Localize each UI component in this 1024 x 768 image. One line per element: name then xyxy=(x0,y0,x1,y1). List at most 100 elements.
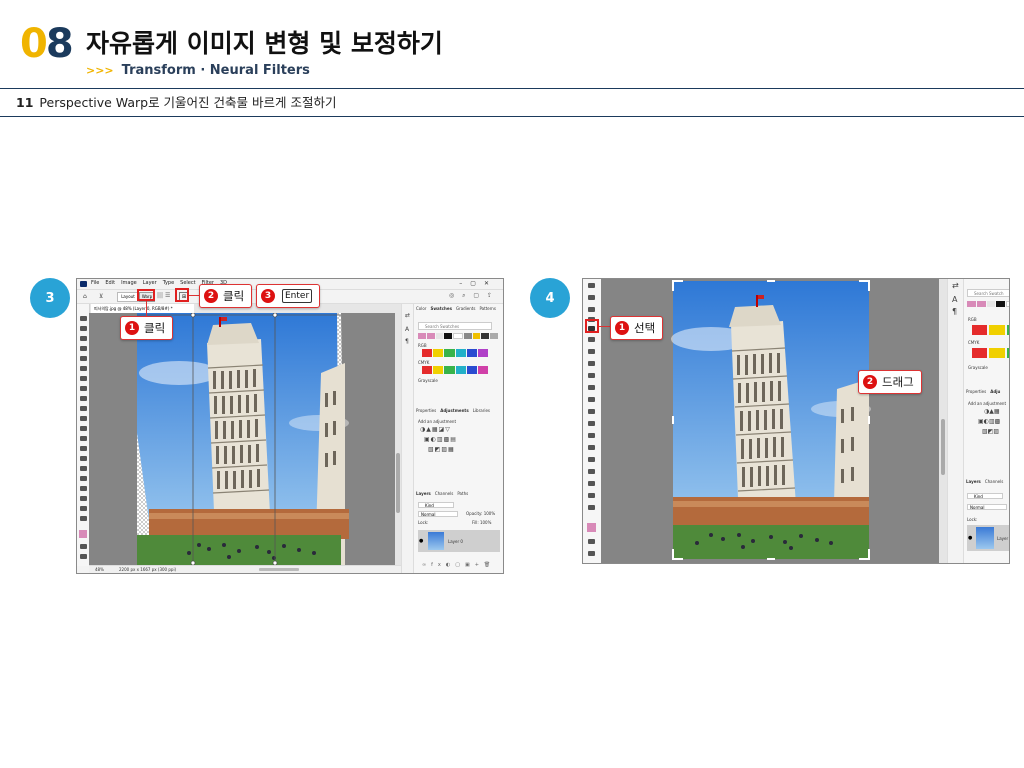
frame-tool-icon[interactable] xyxy=(588,337,595,342)
gradient-tool-icon[interactable] xyxy=(588,421,595,426)
swatch-group-rgb[interactable]: RGB xyxy=(968,317,977,322)
document-tab[interactable]: 피사의탑.jpg @ 48% (Layer 0, RGB/8#) * xyxy=(91,304,194,313)
marquee-tool-icon[interactable] xyxy=(80,326,87,331)
eyedropper-tool-icon[interactable] xyxy=(588,349,595,354)
layer-footer-icons[interactable]: ∞fx◐▢▣+🗑 xyxy=(422,562,495,568)
swatch-group-rgb[interactable]: RGB xyxy=(418,343,427,348)
horizontal-scroll-thumb[interactable] xyxy=(259,568,299,571)
foreground-color-swatch[interactable] xyxy=(587,523,596,532)
tab-adjustments[interactable]: Adju xyxy=(990,389,1000,394)
tab-properties[interactable]: Properties xyxy=(416,408,436,413)
blur-tool-icon[interactable] xyxy=(588,433,595,438)
menu-file[interactable]: File xyxy=(91,280,99,286)
tab-swatches[interactable]: Swatches xyxy=(430,306,452,311)
character-panel-icon[interactable]: A xyxy=(952,295,957,304)
recent-swatches[interactable] xyxy=(967,301,1009,307)
character-panel-icon[interactable]: A xyxy=(405,326,409,333)
layout-button[interactable]: Layout xyxy=(117,292,139,302)
tab-layers[interactable]: Layers xyxy=(966,479,981,484)
hand-tool-icon[interactable] xyxy=(588,493,595,498)
marquee-tool-icon[interactable] xyxy=(588,295,595,300)
stamp-tool-icon[interactable] xyxy=(80,406,87,411)
adjustment-icons-row-1[interactable]: ◑▲▦ xyxy=(984,408,1000,415)
adjustment-icons-row-3[interactable]: ▧◩▨ xyxy=(982,428,999,435)
quick-mask-icon[interactable] xyxy=(588,539,595,544)
tab-properties[interactable]: Properties xyxy=(966,389,986,394)
healing-tool-icon[interactable] xyxy=(588,361,595,366)
hand-tool-icon[interactable] xyxy=(80,506,87,511)
adjustment-icons-row-1[interactable]: ◑▲▦◪▽ xyxy=(420,426,451,433)
frame-tool-icon[interactable] xyxy=(80,366,87,371)
tab-paths[interactable]: Paths xyxy=(457,491,468,496)
layer-name[interactable]: Layer 0 xyxy=(448,539,463,544)
history-brush-icon[interactable] xyxy=(80,416,87,421)
scroll-thumb[interactable] xyxy=(941,419,945,475)
swatch-group-grayscale[interactable]: Grayscale xyxy=(968,365,988,370)
share-icons[interactable]: ◎ ⌕ ▢ ⇪ xyxy=(449,292,495,300)
blend-mode-select[interactable]: Normal xyxy=(967,504,1007,510)
menu-select[interactable]: Select xyxy=(180,280,195,286)
menu-edit[interactable]: Edit xyxy=(105,280,115,286)
eraser-tool-icon[interactable] xyxy=(588,409,595,414)
path-select-icon[interactable] xyxy=(80,486,87,491)
window-controls[interactable]: –▢✕ xyxy=(459,280,497,287)
tab-layers[interactable]: Layers xyxy=(416,491,431,496)
menu-image[interactable]: Image xyxy=(121,280,137,286)
status-zoom[interactable]: 48% xyxy=(95,567,104,572)
paragraph-panel-icon[interactable]: ¶ xyxy=(952,307,957,316)
lasso-tool-icon[interactable] xyxy=(588,307,595,312)
brush-tool-icon[interactable] xyxy=(80,396,87,401)
pen-tool-icon[interactable] xyxy=(80,466,87,471)
tab-patterns[interactable]: Patterns xyxy=(479,306,495,311)
dodge-tool-icon[interactable] xyxy=(588,445,595,450)
menu-layer[interactable]: Layer xyxy=(143,280,157,286)
pen-tool-icon[interactable] xyxy=(588,457,595,462)
adjustment-icons-row-2[interactable]: ▣◐▥▩▤ xyxy=(424,436,457,443)
visibility-eye-icon[interactable]: ● xyxy=(968,535,972,541)
swatch-group-cmyk[interactable]: CMYK xyxy=(418,360,429,365)
home-icon[interactable]: ⌂ xyxy=(83,293,87,300)
screen-mode-icon[interactable] xyxy=(80,554,87,559)
opacity-field[interactable]: Opacity: 100% xyxy=(466,511,495,516)
paragraph-panel-icon[interactable]: ¶ xyxy=(405,338,409,345)
foreground-color-swatch[interactable] xyxy=(79,530,87,538)
swatch-group-grayscale[interactable]: Grayscale xyxy=(418,378,438,383)
blend-mode-select[interactable]: Normal xyxy=(418,511,458,517)
search-swatches-input[interactable]: Search Swatch xyxy=(967,289,1009,297)
tab-libraries[interactable]: Libraries xyxy=(473,408,490,413)
warp-mode-icons[interactable]: ||| ☰ xyxy=(157,292,170,299)
cmyk-swatches[interactable] xyxy=(972,348,1009,358)
stamp-tool-icon[interactable] xyxy=(588,385,595,390)
rgb-swatches[interactable] xyxy=(972,325,1009,335)
eyedropper-tool-icon[interactable] xyxy=(80,376,87,381)
layer-filter-kind[interactable]: Kind xyxy=(418,502,454,508)
history-panel-icon[interactable]: ⇄ xyxy=(405,312,410,319)
layer-row[interactable]: ● Layer xyxy=(967,525,1009,551)
tool-preset-icon[interactable]: ⊻ xyxy=(99,293,103,300)
visibility-eye-icon[interactable]: ● xyxy=(419,538,423,544)
zoom-tool-icon[interactable] xyxy=(588,505,595,510)
adjustment-icons-row-3[interactable]: ▧◩▨▦ xyxy=(428,446,455,453)
healing-tool-icon[interactable] xyxy=(80,386,87,391)
type-tool-icon[interactable] xyxy=(80,476,87,481)
fill-field[interactable]: Fill: 100% xyxy=(472,520,491,525)
path-select-icon[interactable] xyxy=(588,481,595,486)
dodge-tool-icon[interactable] xyxy=(80,456,87,461)
vertical-scrollbar[interactable] xyxy=(939,279,947,563)
move-tool-icon[interactable] xyxy=(588,283,595,288)
lasso-tool-icon[interactable] xyxy=(80,336,87,341)
history-brush-icon[interactable] xyxy=(588,397,595,402)
eraser-tool-icon[interactable] xyxy=(80,426,87,431)
zoom-tool-icon[interactable] xyxy=(80,516,87,521)
tab-color[interactable]: Color xyxy=(416,306,426,311)
menu-type[interactable]: Type xyxy=(163,280,174,286)
tab-channels[interactable]: Channels xyxy=(435,491,454,496)
quick-select-tool-icon[interactable] xyxy=(80,346,87,351)
tab-gradients[interactable]: Gradients xyxy=(456,306,476,311)
blur-tool-icon[interactable] xyxy=(80,446,87,451)
swatch-group-cmyk[interactable]: CMYK xyxy=(968,340,979,345)
tab-channels[interactable]: Channels xyxy=(985,479,1004,484)
canvas-area[interactable] xyxy=(89,313,395,565)
search-swatches-input[interactable]: Search Swatches xyxy=(418,322,492,330)
layer-row[interactable]: ● Layer 0 xyxy=(418,530,500,552)
